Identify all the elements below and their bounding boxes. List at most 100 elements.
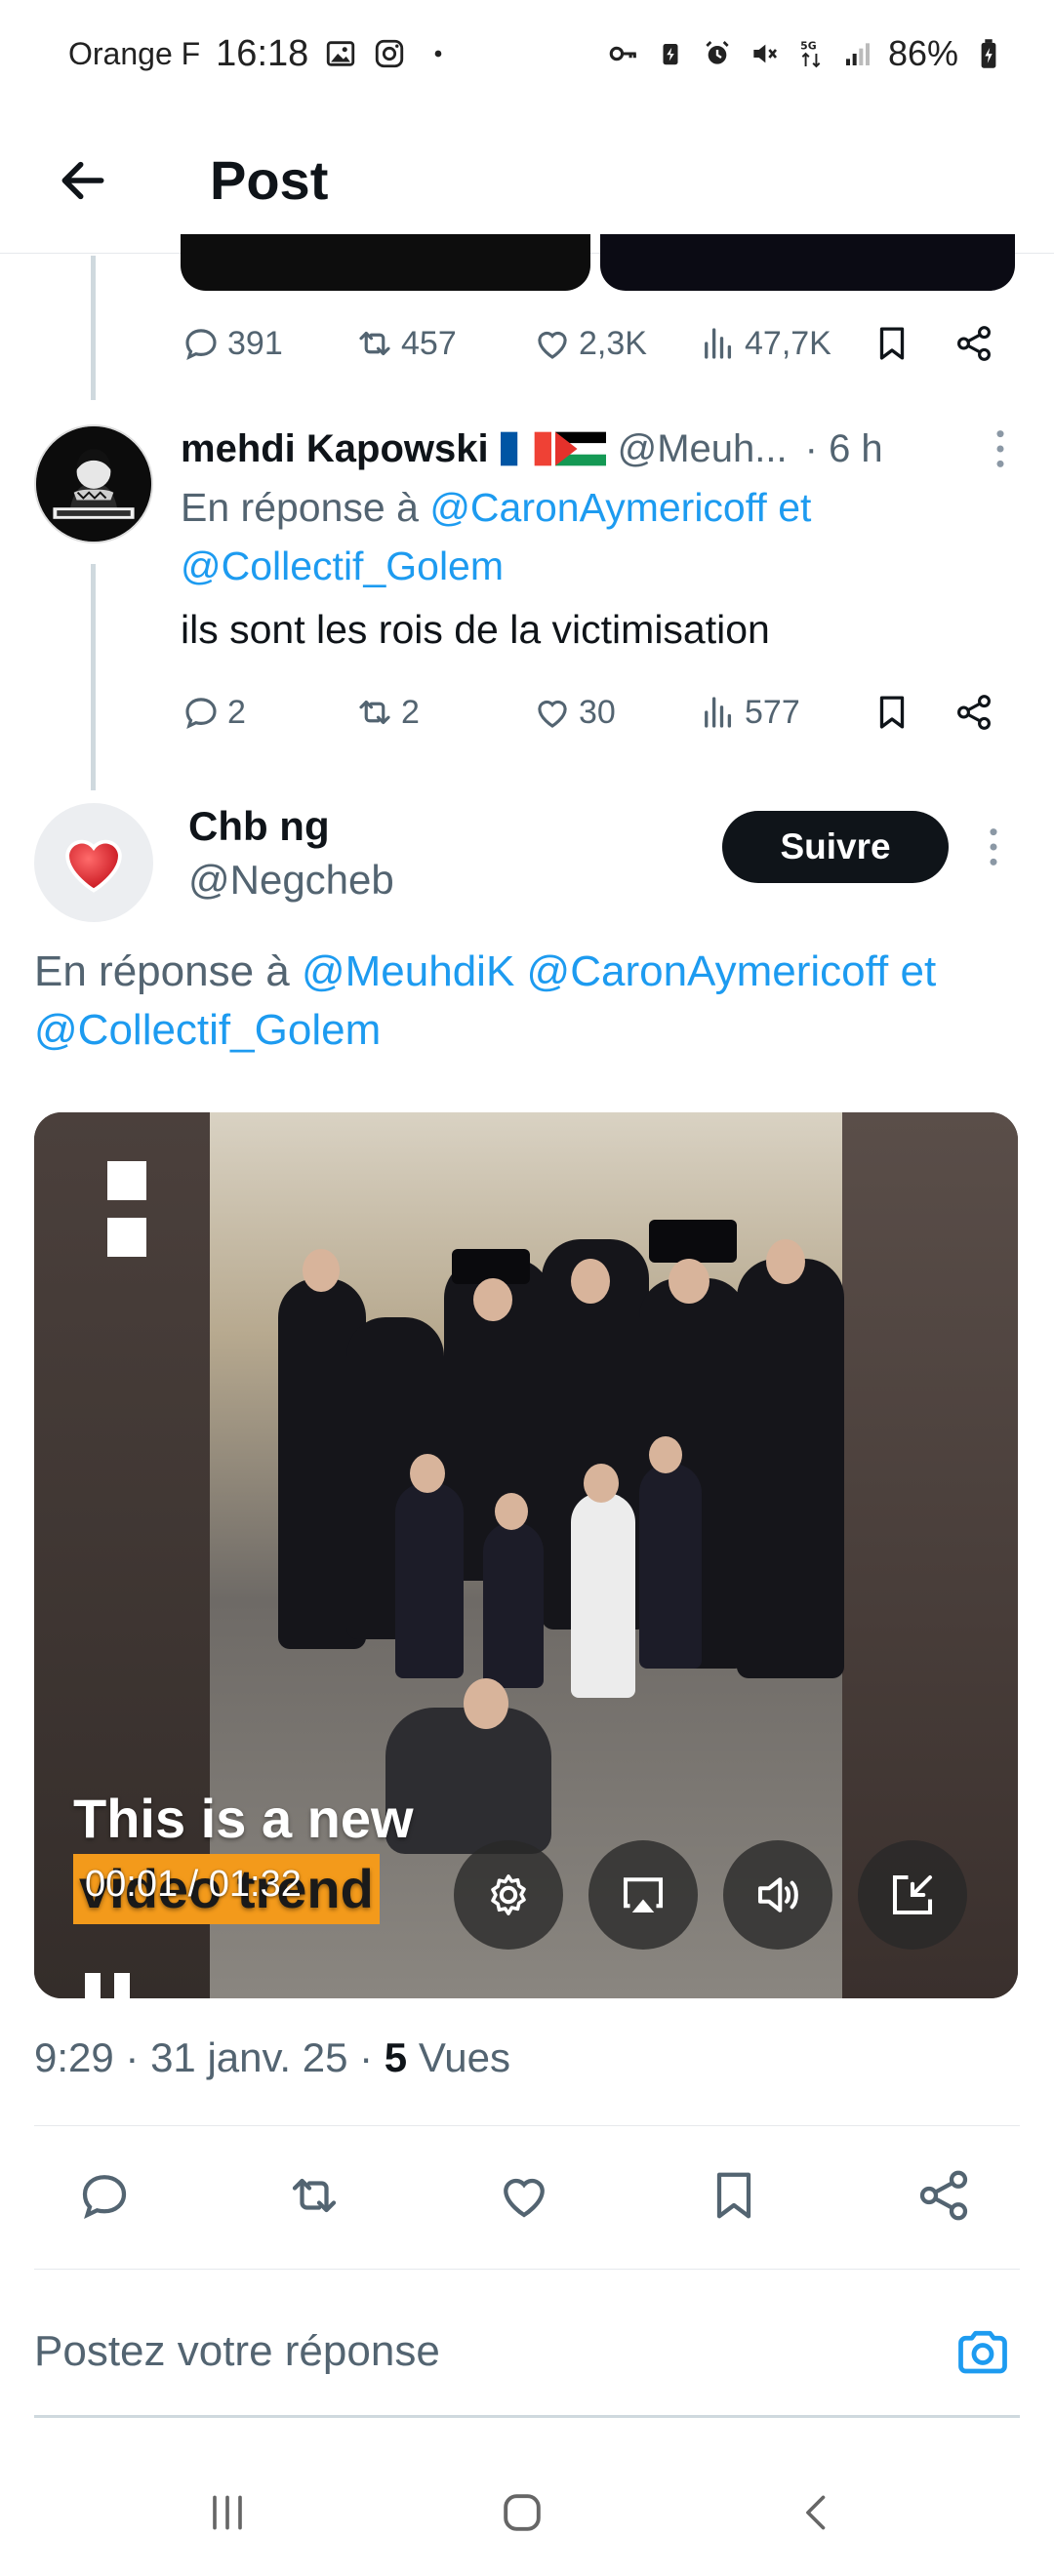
views-button[interactable]: 577 <box>698 692 872 733</box>
repost-icon <box>292 2178 337 2213</box>
post-time[interactable]: · 6 h <box>805 427 883 471</box>
back-button[interactable] <box>34 132 132 229</box>
previous-media-thumb-1[interactable] <box>181 234 590 291</box>
gallery-icon <box>324 37 357 70</box>
avatar[interactable] <box>34 424 153 543</box>
follow-button[interactable]: Suivre <box>722 811 949 883</box>
video-menu-icon[interactable] <box>107 1161 146 1257</box>
author-handle[interactable]: @Negcheb <box>188 857 394 904</box>
previous-media-thumb-2[interactable] <box>600 234 1015 291</box>
mention-link[interactable]: @Collectif_Golem <box>34 1006 381 1054</box>
more-options-button[interactable] <box>974 818 1013 876</box>
author-name[interactable]: Chb ng <box>188 803 330 850</box>
free-palestine-avatar-icon <box>36 426 151 542</box>
previous-tweet-media[interactable] <box>181 234 1015 291</box>
volume-button[interactable] <box>723 1840 832 1950</box>
more-options-button[interactable] <box>981 420 1020 478</box>
bookmark-icon <box>879 327 905 360</box>
video-settings-button[interactable] <box>454 1840 563 1950</box>
repost-button[interactable]: 457 <box>354 323 532 364</box>
reply-icon <box>185 329 217 360</box>
status-right: 5G 86% <box>607 33 1005 74</box>
bookmark-button[interactable] <box>703 2164 765 2227</box>
recent-apps-icon <box>213 2495 242 2530</box>
system-back-button[interactable] <box>778 2478 856 2547</box>
reply-icon <box>82 2175 127 2219</box>
mention-link[interactable]: @MeuhdiK <box>302 947 514 995</box>
views-count: 577 <box>745 693 800 731</box>
views-count: 5 <box>384 2034 408 2080</box>
reply-to-prefix: En réponse à <box>34 947 290 995</box>
signal-icon <box>841 37 874 70</box>
video-time-separator: / <box>187 1864 199 1905</box>
repost-icon <box>359 700 390 725</box>
share-icon <box>919 2170 968 2221</box>
france-flag-icon <box>500 431 551 466</box>
share-button[interactable] <box>953 323 1000 364</box>
like-button[interactable]: 2,3K <box>532 323 698 364</box>
recent-apps-button[interactable] <box>188 2478 266 2547</box>
reply-tweet-actions: 2 2 30 577 <box>181 683 1000 742</box>
repost-button[interactable]: 2 <box>354 692 532 733</box>
reply-count: 391 <box>227 324 283 362</box>
alarm-icon <box>701 37 734 70</box>
tweet-text: ils sont les rois de la victimisation <box>181 607 770 652</box>
reply-composer <box>0 2288 1054 2420</box>
author-name[interactable]: mehdi Kapowski <box>181 427 489 471</box>
airplay-button[interactable] <box>588 1840 698 1950</box>
thread-line <box>91 564 96 790</box>
reply-button[interactable]: 391 <box>181 323 354 364</box>
clock: 16:18 <box>216 32 309 74</box>
main-tweet-actions <box>0 2145 1054 2242</box>
views-button[interactable]: 47,7K <box>698 323 872 364</box>
home-icon <box>504 2494 541 2531</box>
video-current-time: 00:01 <box>85 1864 179 1905</box>
reply-to-and: et <box>900 947 937 995</box>
heart-icon <box>538 331 567 359</box>
battery-icon <box>972 37 1005 70</box>
app-header: Post <box>0 107 1054 254</box>
mention-link[interactable]: @CaronAymericoff <box>429 485 766 530</box>
like-button[interactable]: 30 <box>532 692 698 733</box>
video-player[interactable]: This is a new video trend 00:01 / 01:32 <box>34 1112 1018 1998</box>
like-button[interactable] <box>493 2164 555 2227</box>
share-button[interactable] <box>953 692 1000 733</box>
bookmark-button[interactable] <box>872 692 953 733</box>
views-label: Vues <box>418 2034 510 2080</box>
share-icon <box>957 695 991 730</box>
reply-button[interactable] <box>73 2164 136 2227</box>
views-count: 47,7K <box>745 324 831 362</box>
battery-saver-icon <box>654 37 687 70</box>
home-button[interactable] <box>483 2478 561 2547</box>
heart-icon <box>504 2178 545 2218</box>
share-button[interactable] <box>912 2164 975 2227</box>
pip-button[interactable] <box>858 1840 967 1950</box>
avatar[interactable] <box>34 803 153 922</box>
reply-input[interactable] <box>34 2308 912 2395</box>
pause-icon[interactable] <box>85 1973 143 1998</box>
mention-link[interactable]: @Collectif_Golem <box>181 543 504 588</box>
reply-button[interactable]: 2 <box>181 692 354 733</box>
mention-link[interactable]: @CaronAymericoff <box>527 947 889 995</box>
chevron-left-icon <box>806 2495 826 2530</box>
system-nav-bar <box>0 2449 1054 2576</box>
video-time: 00:01 / 01:32 <box>85 1864 302 1906</box>
page-title: Post <box>210 149 329 211</box>
bookmark-button[interactable] <box>872 323 953 364</box>
camera-button[interactable] <box>952 2322 1014 2381</box>
reply-header: mehdi Kapowski @Meuh... · 6 h <box>181 420 1020 478</box>
thread-line <box>91 256 96 400</box>
reply-context: En réponse à @MeuhdiK @CaronAymericoff e… <box>34 943 1020 1060</box>
post-date: 31 janv. 25 <box>150 2034 348 2080</box>
reply-to-and: et <box>778 485 812 530</box>
svg-text:5G: 5G <box>800 40 817 53</box>
reply-to-prefix: En réponse à <box>181 485 419 530</box>
mute-icon <box>748 37 781 70</box>
gear-icon <box>491 1874 526 1915</box>
analytics-icon <box>705 697 732 728</box>
reply-count: 2 <box>227 693 246 731</box>
author-handle[interactable]: @Meuh... <box>618 427 788 471</box>
divider <box>34 2269 1020 2270</box>
repost-button[interactable] <box>283 2164 345 2227</box>
analytics-icon <box>705 328 732 359</box>
